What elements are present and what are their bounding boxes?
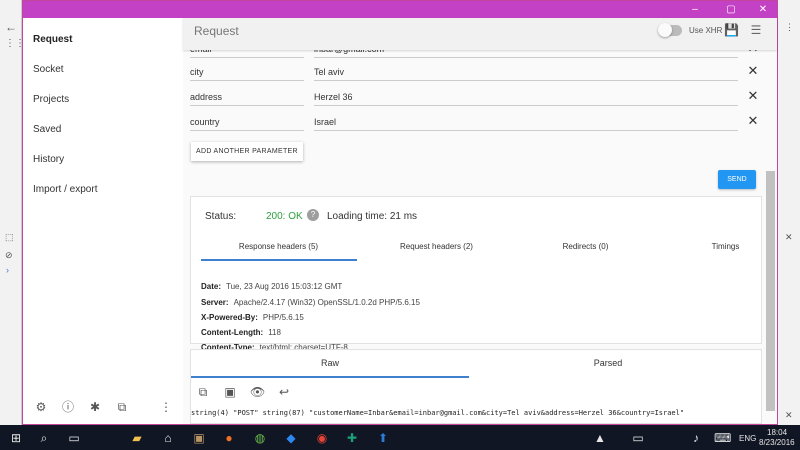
globe-icon[interactable]: ◍ bbox=[252, 430, 268, 446]
network-icon[interactable]: ▭ bbox=[630, 430, 646, 446]
sidebar-item-import-export[interactable]: Import / export bbox=[33, 184, 97, 195]
background-window-right: ⋮ ✕ ✕ bbox=[776, 0, 800, 425]
more-vert-icon[interactable]: ⋮ bbox=[159, 400, 173, 414]
settings-icon[interactable]: ⚙ bbox=[34, 400, 48, 414]
bug-icon[interactable]: ✱ bbox=[88, 400, 102, 414]
param-row: address Herzel 36 ✕ bbox=[190, 88, 762, 108]
wrap-text-icon[interactable]: ↩ bbox=[277, 385, 291, 399]
header-value: Apache/2.4.17 (Win32) OpenSSL/1.0.2d PHP… bbox=[233, 298, 420, 307]
header-row: X-Powered-By: PHP/5.6.15 bbox=[201, 313, 304, 322]
media-icon[interactable]: ▣ bbox=[191, 430, 207, 446]
send-button[interactable]: SEND bbox=[718, 170, 756, 189]
response-panel: Status: 200: OK ? Loading time: 21 ms Re… bbox=[190, 196, 762, 352]
volume-icon[interactable]: ♪ bbox=[688, 430, 704, 446]
language-indicator[interactable]: ENG bbox=[739, 434, 756, 443]
remove-param-icon[interactable]: ✕ bbox=[746, 64, 760, 78]
use-xhr-toggle[interactable] bbox=[658, 23, 682, 37]
inspect-icon: ⬚ bbox=[5, 232, 14, 242]
menu-icon: ⋮ bbox=[785, 22, 794, 32]
header-row: Date: Tue, 23 Aug 2016 15:03:12 GMT bbox=[201, 282, 342, 291]
use-xhr-label: Use XHR bbox=[689, 26, 723, 35]
param-row: country Israel ✕ bbox=[190, 113, 762, 133]
maximize-button[interactable]: ▢ bbox=[717, 1, 745, 18]
status-label: Status: bbox=[205, 211, 237, 222]
header-row: Content-Length: 118 bbox=[201, 328, 281, 337]
header-name: X-Powered-By: bbox=[201, 313, 258, 322]
header-row: Server: Apache/2.4.17 (Win32) OpenSSL/1.0… bbox=[201, 298, 420, 307]
app-toolbar: Request Use XHR 💾 ☰ bbox=[183, 18, 777, 50]
active-tab-indicator bbox=[191, 376, 469, 378]
firefox-icon[interactable]: ● bbox=[221, 430, 237, 446]
close-button[interactable]: ✕ bbox=[749, 1, 777, 18]
window-titlebar: – ▢ ✕ bbox=[23, 1, 777, 18]
header-name: Date: bbox=[201, 282, 222, 291]
notifications-icon[interactable]: ▲ bbox=[592, 430, 608, 446]
open-external-icon[interactable]: ⧉ bbox=[115, 400, 129, 414]
background-window-left: ← ⋮⋮ ⬚ ⊘ › bbox=[0, 0, 25, 425]
back-arrow-icon: ← bbox=[5, 20, 17, 34]
param-name-field[interactable]: city bbox=[190, 63, 304, 81]
loading-time: Loading time: 21 ms bbox=[327, 211, 418, 222]
file-explorer-icon[interactable]: ▰ bbox=[129, 430, 145, 446]
header-name: Content-Length: bbox=[201, 328, 264, 337]
copy-icon[interactable]: ⧉ bbox=[196, 385, 210, 399]
clock-time[interactable]: 18:04 bbox=[767, 428, 787, 437]
add-parameter-button[interactable]: ADD ANOTHER PARAMETER bbox=[191, 142, 303, 161]
tab-redirects[interactable]: Redirects (0) bbox=[518, 242, 653, 251]
remove-param-icon[interactable]: ✕ bbox=[746, 89, 760, 103]
store-icon[interactable]: ⌂ bbox=[160, 430, 176, 446]
sidebar: Request Socket Projects Saved History Im… bbox=[23, 18, 183, 424]
toggle-knob bbox=[658, 23, 672, 37]
menu-icon[interactable]: ☰ bbox=[749, 23, 763, 37]
param-row: city Tel aviv ✕ bbox=[190, 63, 762, 83]
minimize-button[interactable]: – bbox=[681, 1, 709, 18]
active-tab-indicator bbox=[201, 259, 357, 261]
save-icon[interactable]: 💾 bbox=[724, 23, 739, 37]
param-name-field[interactable]: address bbox=[190, 88, 304, 106]
param-value-field[interactable]: Tel aviv bbox=[314, 63, 738, 81]
task-view-icon[interactable]: ▭ bbox=[66, 430, 82, 446]
main-content: Request Use XHR 💾 ☰ email inbar@gmail.co… bbox=[183, 18, 777, 424]
sidebar-item-saved[interactable]: Saved bbox=[33, 124, 61, 135]
app-window: – ▢ ✕ Request Socket Projects Saved Hist… bbox=[22, 0, 778, 425]
param-name-field[interactable]: country bbox=[190, 113, 304, 131]
body-panel: Raw Parsed ⧉ ▣ 👁 ↩ string(4) "POST" stri… bbox=[190, 349, 762, 424]
keyboard-icon[interactable]: ⌨ bbox=[714, 430, 731, 446]
header-name: Server: bbox=[201, 298, 229, 307]
param-value-field[interactable]: Israel bbox=[314, 113, 738, 131]
sidebar-item-socket[interactable]: Socket bbox=[33, 64, 64, 75]
windows-start-icon[interactable]: ⊞ bbox=[8, 430, 24, 446]
console-prompt-icon: › bbox=[6, 265, 9, 275]
raw-response-text: string(4) "POST" string(87) "customerNam… bbox=[191, 409, 685, 417]
status-value: 200: OK bbox=[266, 211, 303, 222]
sidebar-item-projects[interactable]: Projects bbox=[33, 94, 69, 105]
taskbar: ⊞ ⌕ ▭ ▰ ⌂ ▣ ● ◍ ◆ ◉ ✚ ⬆ ▲ ▭ ♪ ⌨ ENG 18:0… bbox=[0, 425, 800, 450]
tab-raw[interactable]: Raw bbox=[191, 358, 469, 368]
app-upload-icon[interactable]: ⬆ bbox=[375, 430, 391, 446]
page-title: Request bbox=[194, 24, 239, 38]
app-plus-icon[interactable]: ✚ bbox=[344, 430, 360, 446]
sidebar-item-history[interactable]: History bbox=[33, 154, 64, 165]
vscode-icon[interactable]: ◆ bbox=[283, 430, 299, 446]
info-icon[interactable]: ⓘ bbox=[61, 400, 75, 414]
save-icon[interactable]: ▣ bbox=[223, 385, 237, 399]
eye-icon[interactable]: 👁 bbox=[250, 385, 265, 399]
remove-param-icon[interactable]: ✕ bbox=[746, 114, 760, 128]
tab-response-headers[interactable]: Response headers (5) bbox=[211, 242, 346, 251]
clock-date[interactable]: 8/23/2016 bbox=[759, 438, 795, 447]
help-icon[interactable]: ? bbox=[307, 209, 319, 221]
tab-request-headers[interactable]: Request headers (2) bbox=[369, 242, 504, 251]
header-value: 118 bbox=[268, 328, 281, 337]
tab-parsed[interactable]: Parsed bbox=[469, 358, 747, 368]
header-value: PHP/5.6.15 bbox=[262, 313, 304, 322]
block-icon: ⊘ bbox=[5, 250, 13, 260]
sidebar-item-request[interactable]: Request bbox=[33, 34, 72, 45]
scrollbar-thumb[interactable] bbox=[766, 171, 775, 411]
header-value: Tue, 23 Aug 2016 15:03:12 GMT bbox=[226, 282, 343, 291]
param-value-field[interactable]: Herzel 36 bbox=[314, 88, 738, 106]
chrome-icon[interactable]: ◉ bbox=[314, 430, 330, 446]
close-icon: ✕ bbox=[785, 410, 793, 420]
search-icon[interactable]: ⌕ bbox=[36, 430, 52, 446]
